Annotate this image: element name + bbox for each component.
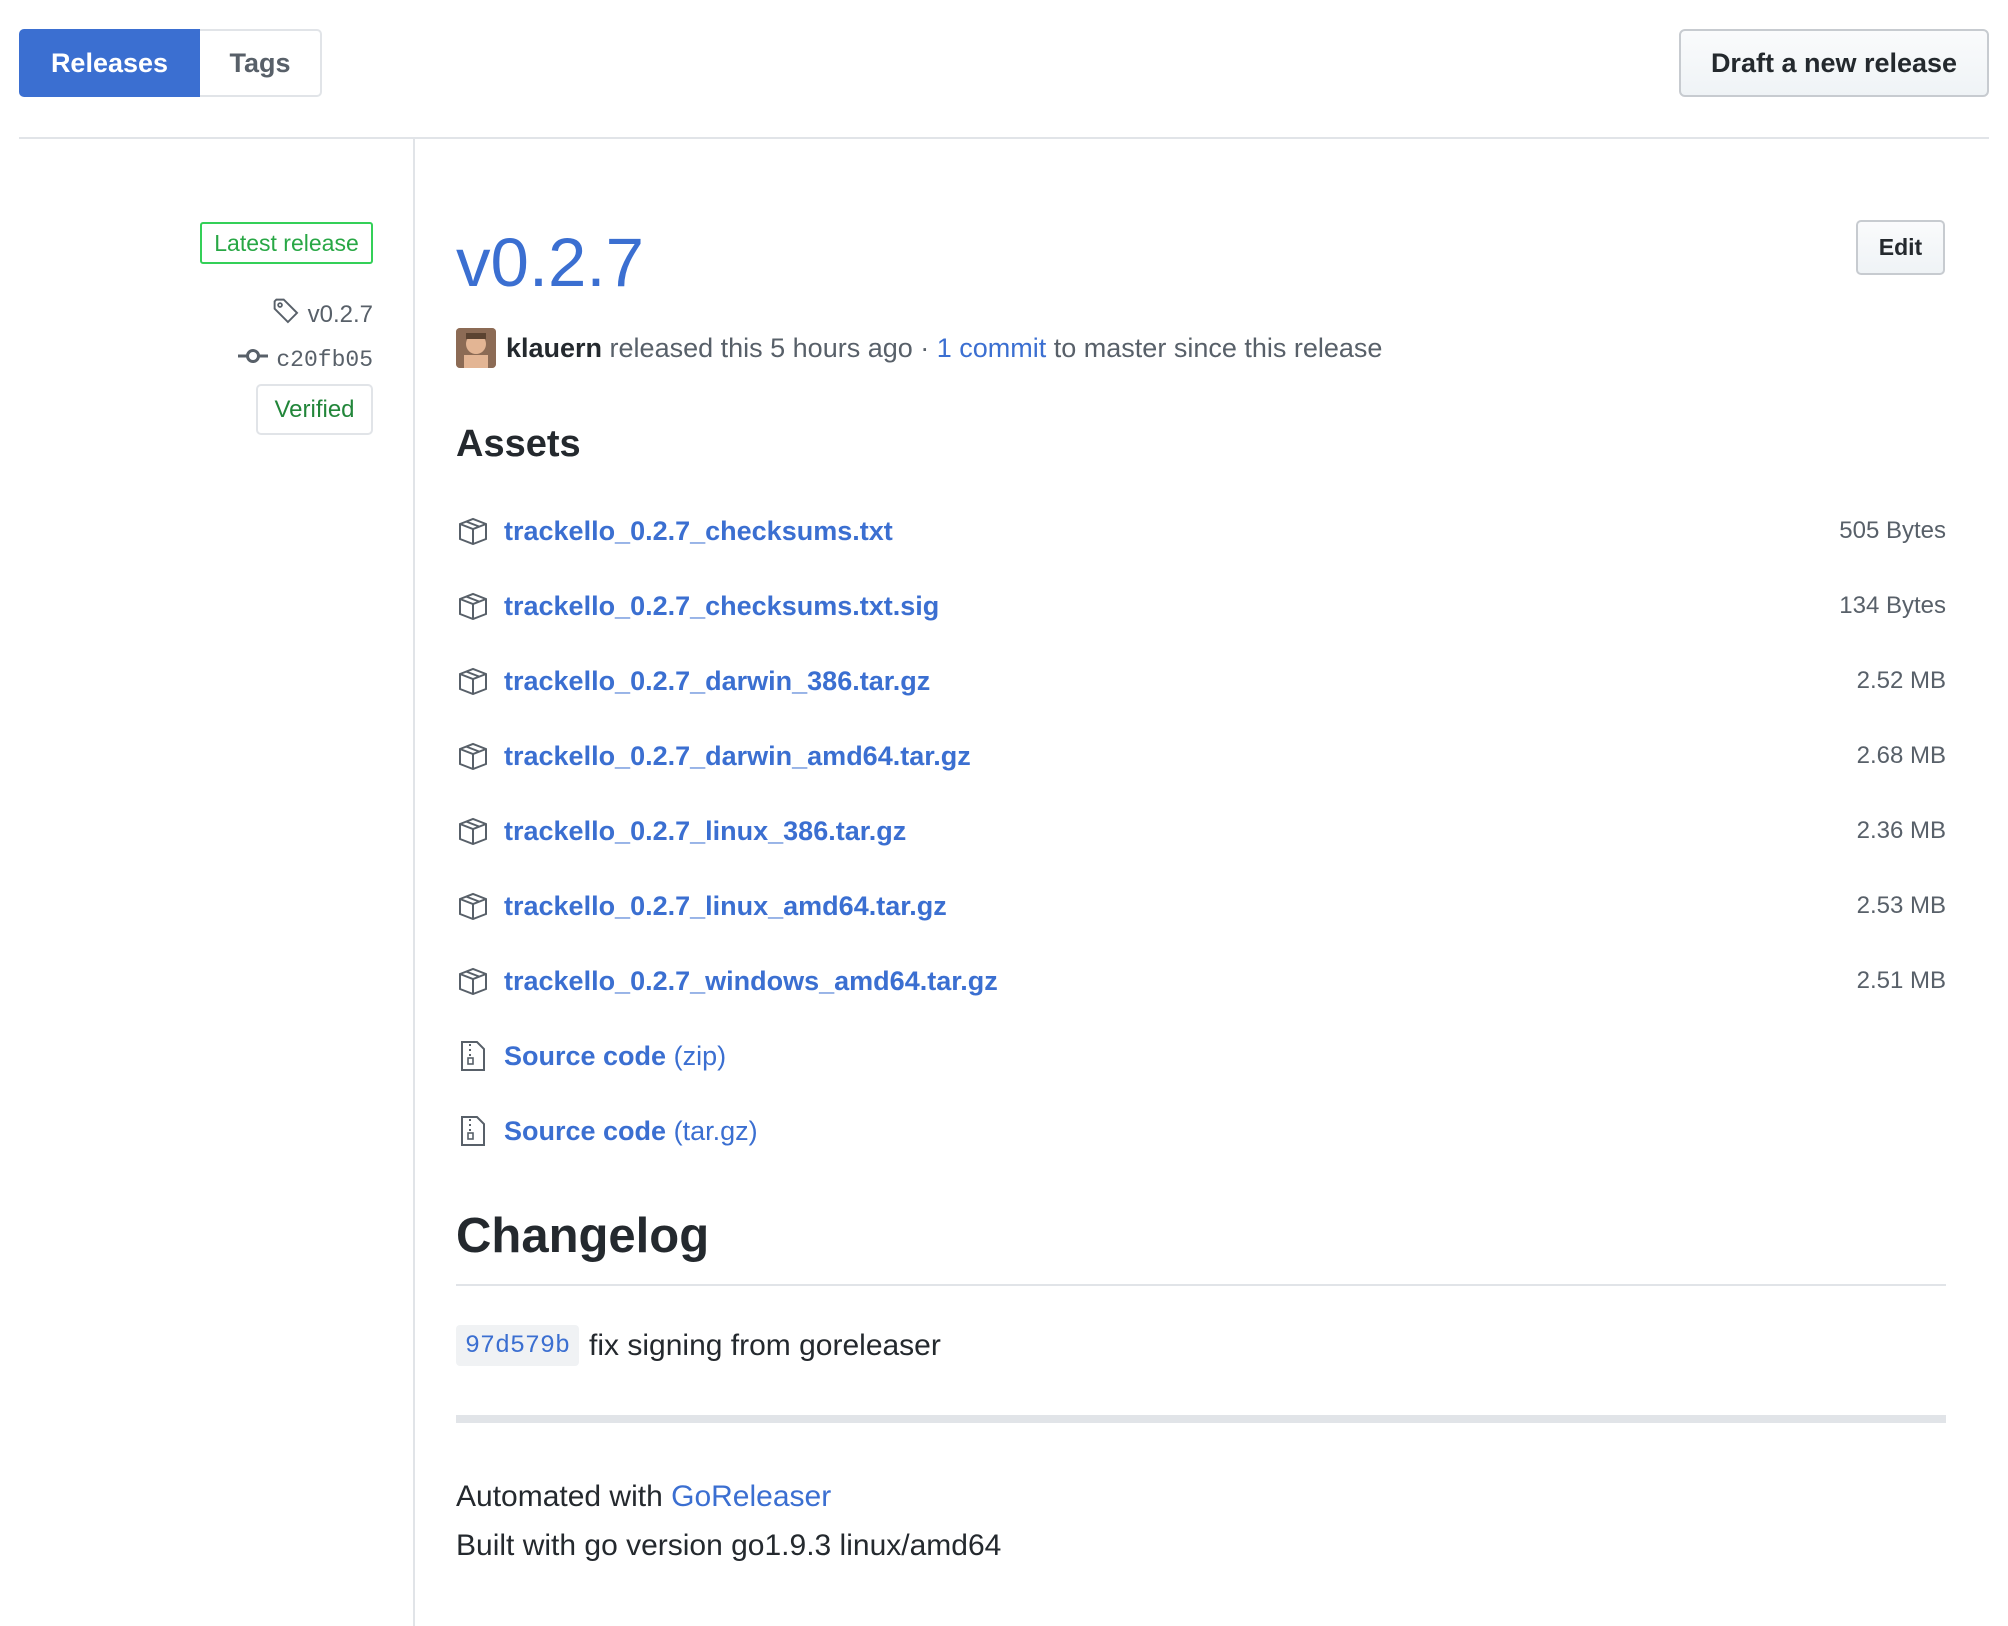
file-zip-icon xyxy=(456,1039,490,1073)
asset-size: 2.53 MB xyxy=(1856,892,1946,919)
horizontal-rule xyxy=(456,1415,1946,1423)
source-code-label: Source code xyxy=(504,1040,667,1071)
tab-releases[interactable]: Releases xyxy=(19,29,200,97)
commit-message: fix signing from goreleaser xyxy=(589,1328,941,1362)
asset-size: 2.36 MB xyxy=(1856,817,1946,844)
asset-link[interactable]: trackello_0.2.7_checksums.txt xyxy=(504,516,893,547)
asset-link[interactable]: trackello_0.2.7_linux_386.tar.gz xyxy=(504,816,906,847)
package-icon xyxy=(456,664,490,698)
source-code-row[interactable]: Source code (zip) xyxy=(456,1036,1946,1076)
package-icon xyxy=(456,889,490,923)
source-code-link[interactable]: Source code (zip) xyxy=(504,1041,726,1072)
asset-link[interactable]: trackello_0.2.7_darwin_amd64.tar.gz xyxy=(504,741,971,772)
asset-size: 505 Bytes xyxy=(1839,517,1946,544)
release-title[interactable]: v0.2.7 xyxy=(456,228,644,297)
package-icon xyxy=(456,739,490,773)
package-icon xyxy=(456,964,490,998)
asset-row[interactable]: trackello_0.2.7_linux_amd64.tar.gz 2.53 … xyxy=(456,886,1946,926)
verified-badge[interactable]: Verified xyxy=(256,384,373,435)
asset-size: 134 Bytes xyxy=(1839,592,1946,619)
source-code-format: (zip) xyxy=(673,1040,727,1071)
asset-row[interactable]: trackello_0.2.7_darwin_amd64.tar.gz 2.68… xyxy=(456,736,1946,776)
asset-link[interactable]: trackello_0.2.7_windows_amd64.tar.gz xyxy=(504,966,998,997)
asset-size: 2.52 MB xyxy=(1856,667,1946,694)
asset-link[interactable]: trackello_0.2.7_darwin_386.tar.gz xyxy=(504,666,930,697)
asset-row[interactable]: trackello_0.2.7_windows_amd64.tar.gz 2.5… xyxy=(456,961,1946,1001)
commit-sha-link[interactable]: 97d579b xyxy=(456,1325,580,1366)
package-icon xyxy=(456,814,490,848)
asset-row[interactable]: trackello_0.2.7_darwin_386.tar.gz 2.52 M… xyxy=(456,661,1946,701)
asset-size: 2.51 MB xyxy=(1856,967,1946,994)
asset-row[interactable]: trackello_0.2.7_linux_386.tar.gz 2.36 MB xyxy=(456,811,1946,851)
automated-line: Automated with GoReleaser xyxy=(456,1480,831,1514)
commit-icon xyxy=(238,346,269,373)
edit-release-button[interactable]: Edit xyxy=(1856,220,1945,275)
release-tag[interactable]: v0.2.7 xyxy=(272,297,373,332)
release-commit[interactable]: c20fb05 xyxy=(238,346,373,373)
goreleaser-link[interactable]: GoReleaser xyxy=(671,1480,831,1513)
avatar[interactable] xyxy=(456,328,496,368)
assets-heading: Assets xyxy=(456,423,581,465)
release-subnav: Releases Tags xyxy=(19,29,322,97)
changelog-divider xyxy=(456,1284,1946,1286)
released-text: released this 5 hours ago · xyxy=(602,332,937,363)
package-icon xyxy=(456,514,490,548)
asset-row[interactable]: trackello_0.2.7_checksums.txt.sig 134 By… xyxy=(456,586,1946,626)
changelog-heading: Changelog xyxy=(456,1209,710,1263)
asset-size: 2.68 MB xyxy=(1856,742,1946,769)
source-code-link[interactable]: Source code (tar.gz) xyxy=(504,1116,758,1147)
automated-prefix: Automated with xyxy=(456,1480,672,1513)
source-code-format: (tar.gz) xyxy=(673,1115,758,1146)
built-with-line: Built with go version go1.9.3 linux/amd6… xyxy=(456,1529,1002,1562)
package-icon xyxy=(456,589,490,623)
timeline-divider xyxy=(413,139,415,1626)
author-link[interactable]: klauern xyxy=(506,333,602,364)
changelog-entry: 97d579b fix signing from goreleaser xyxy=(456,1325,941,1366)
header-divider xyxy=(19,137,1989,139)
tab-tags[interactable]: Tags xyxy=(200,29,322,97)
source-code-label: Source code xyxy=(504,1115,667,1146)
asset-link[interactable]: trackello_0.2.7_linux_amd64.tar.gz xyxy=(504,891,947,922)
commits-suffix-text: to master since this release xyxy=(1046,332,1383,363)
asset-link[interactable]: trackello_0.2.7_checksums.txt.sig xyxy=(504,591,939,622)
asset-row[interactable]: trackello_0.2.7_checksums.txt 505 Bytes xyxy=(456,511,1946,551)
commits-since-link[interactable]: 1 commit xyxy=(937,333,1047,364)
release-byline: klauern released this 5 hours ago · 1 co… xyxy=(456,328,1382,368)
draft-new-release-button[interactable]: Draft a new release xyxy=(1679,29,1989,97)
commit-sha-label: c20fb05 xyxy=(276,346,373,373)
file-zip-icon xyxy=(456,1114,490,1148)
source-code-row[interactable]: Source code (tar.gz) xyxy=(456,1111,1946,1151)
tag-label: v0.2.7 xyxy=(307,300,373,328)
latest-release-badge: Latest release xyxy=(200,222,373,264)
tag-icon xyxy=(272,297,300,332)
